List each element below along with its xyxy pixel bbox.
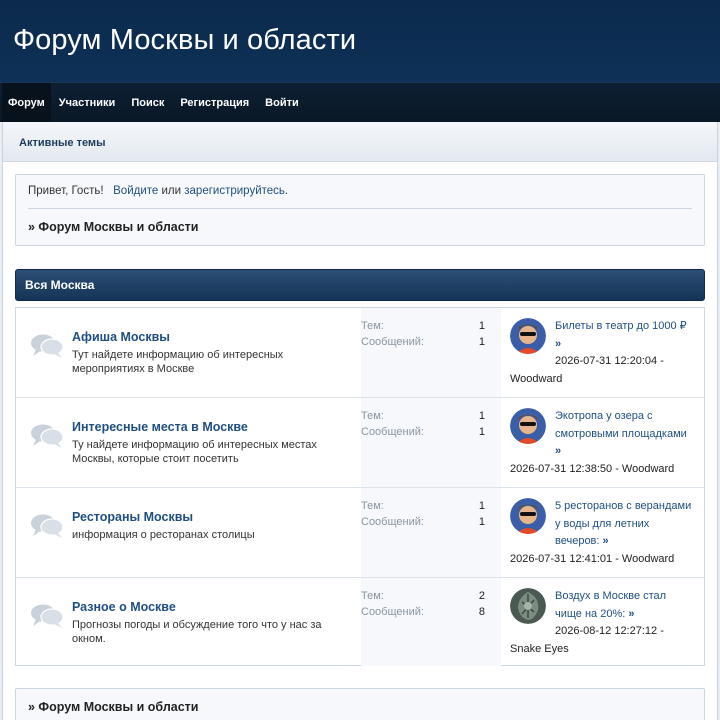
nav-search[interactable]: Поиск: [123, 83, 172, 123]
posts-label: Сообщений:: [361, 336, 424, 348]
sub-navigation: Активные темы: [3, 122, 717, 162]
nav-register[interactable]: Регистрация: [172, 83, 257, 123]
forum-title[interactable]: Афиша Москвы: [72, 330, 170, 344]
topics-label: Тем:: [361, 410, 384, 422]
posts-label: Сообщений:: [361, 516, 424, 528]
content-wrapper: Активные темы Привет, Гость! Войдите или…: [2, 122, 718, 720]
goto-arrow[interactable]: »: [603, 535, 609, 547]
forum-title[interactable]: Рестораны Москвы: [72, 510, 193, 524]
forum-title[interactable]: Разное о Москве: [72, 600, 176, 614]
site-header: Форум Москвы и области: [0, 0, 720, 82]
forum-description: Ту найдете информацию об интересных мест…: [72, 439, 317, 465]
last-post: Воздух в Москве стал чище на 20%: » 2026…: [510, 588, 694, 658]
divider: [28, 208, 692, 209]
last-post: Билеты в театр до 1000 ₽ » 2026-07-31 12…: [510, 318, 694, 388]
posts-count: 1: [478, 336, 485, 348]
footer-breadcrumb-panel: » Форум Москвы и области: [15, 688, 705, 720]
speech-bubbles-icon: [31, 334, 64, 358]
topics-stat: Тем: 1: [361, 320, 485, 332]
guest-greeting: Привет, Гость! Войдите или зарегистрируй…: [28, 185, 288, 197]
goto-arrow[interactable]: »: [628, 608, 634, 620]
last-post-title[interactable]: Воздух в Москве стал чище на 20%:: [555, 590, 666, 620]
forum-description: информация о ресторанах столицы: [72, 529, 255, 541]
topics-stat: Тем: 2: [361, 590, 485, 602]
forum-stats: Тем: 1 Сообщений: 1: [361, 308, 501, 397]
posts-label: Сообщений:: [361, 426, 424, 438]
active-topics-link[interactable]: Активные темы: [19, 137, 105, 149]
forum-stats: Тем: 1 Сообщений: 1: [361, 398, 501, 487]
nav-forum[interactable]: Форум: [2, 82, 51, 123]
posts-stat: Сообщений: 1: [361, 516, 485, 528]
posts-count: 8: [478, 606, 485, 618]
category-header[interactable]: Вся Москва: [15, 269, 705, 301]
posts-stat: Сообщений: 8: [361, 606, 485, 618]
user-avatar[interactable]: [510, 318, 546, 354]
user-avatar[interactable]: [510, 498, 546, 534]
last-post-title[interactable]: Экотропа у озера с смотровыми площадками: [555, 410, 687, 440]
topics-count: 1: [478, 410, 485, 422]
forum-stats: Тем: 1 Сообщений: 1: [361, 488, 501, 577]
forum-row: Разное о Москве Прогнозы погоды и обсужд…: [16, 578, 704, 666]
last-post-title[interactable]: Билеты в театр до 1000 ₽: [555, 320, 687, 332]
topics-count: 1: [478, 320, 485, 332]
last-post: 5 ресторанов с верандами у воды для летн…: [510, 498, 694, 568]
last-post-meta: 2026-07-31 12:41:01 - Woodward: [510, 552, 675, 565]
topics-label: Тем:: [361, 590, 384, 602]
topics-count: 1: [478, 500, 485, 512]
welcome-panel: Привет, Гость! Войдите или зарегистрируй…: [15, 174, 705, 246]
register-link[interactable]: зарегистрируйтесь: [184, 185, 285, 197]
nav-login[interactable]: Войти: [257, 83, 307, 123]
last-post-meta: 2026-08-12 12:27:12 - Snake Eyes: [510, 625, 664, 655]
topics-stat: Тем: 1: [361, 410, 485, 422]
nav-members[interactable]: Участники: [51, 83, 124, 123]
breadcrumb[interactable]: » Форум Москвы и области: [28, 220, 198, 234]
speech-bubbles-icon: [31, 514, 64, 538]
period-text: .: [284, 185, 289, 197]
last-post-title[interactable]: 5 ресторанов с верандами у воды для летн…: [555, 500, 691, 547]
speech-bubbles-icon: [31, 604, 64, 628]
topics-label: Тем:: [361, 500, 384, 512]
main-nav: Форум Участники Поиск Регистрация Войти: [0, 82, 720, 123]
posts-stat: Сообщений: 1: [361, 336, 485, 348]
topics-count: 2: [478, 590, 485, 602]
posts-label: Сообщений:: [361, 606, 424, 618]
last-post-meta: 2026-07-31 12:38:50 - Woodward: [510, 462, 675, 475]
topics-stat: Тем: 1: [361, 500, 485, 512]
forum-list: Афиша Москвы Тут найдете информацию об и…: [15, 307, 705, 666]
posts-stat: Сообщений: 1: [361, 426, 485, 438]
speech-bubbles-icon: [31, 424, 64, 448]
topics-label: Тем:: [361, 320, 384, 332]
or-text: или: [161, 185, 182, 197]
goto-arrow[interactable]: »: [555, 338, 561, 350]
site-title[interactable]: Форум Москвы и области: [13, 24, 356, 57]
posts-count: 1: [478, 426, 485, 438]
forum-stats: Тем: 2 Сообщений: 8: [361, 578, 501, 666]
forum-row: Интересные места в Москве Ту найдете инф…: [16, 398, 704, 488]
forum-row: Афиша Москвы Тут найдете информацию об и…: [16, 308, 704, 398]
greeting-text: Привет, Гость!: [28, 185, 104, 197]
forum-description: Прогнозы погоды и обсуждение того что у …: [72, 619, 322, 645]
user-avatar[interactable]: [510, 408, 546, 444]
posts-count: 1: [478, 516, 485, 528]
goto-arrow[interactable]: »: [555, 445, 561, 457]
login-link[interactable]: Войдите: [113, 185, 158, 197]
forum-description: Тут найдете информацию об интересных мер…: [72, 349, 284, 375]
user-avatar[interactable]: [510, 588, 546, 624]
last-post: Экотропа у озера с смотровыми площадками…: [510, 408, 694, 478]
footer-breadcrumb[interactable]: » Форум Москвы и области: [28, 700, 198, 714]
forum-row: Рестораны Москвы информация о ресторанах…: [16, 488, 704, 578]
forum-title[interactable]: Интересные места в Москве: [72, 420, 248, 434]
last-post-meta: 2026-07-31 12:20:04 - Woodward: [510, 355, 664, 385]
